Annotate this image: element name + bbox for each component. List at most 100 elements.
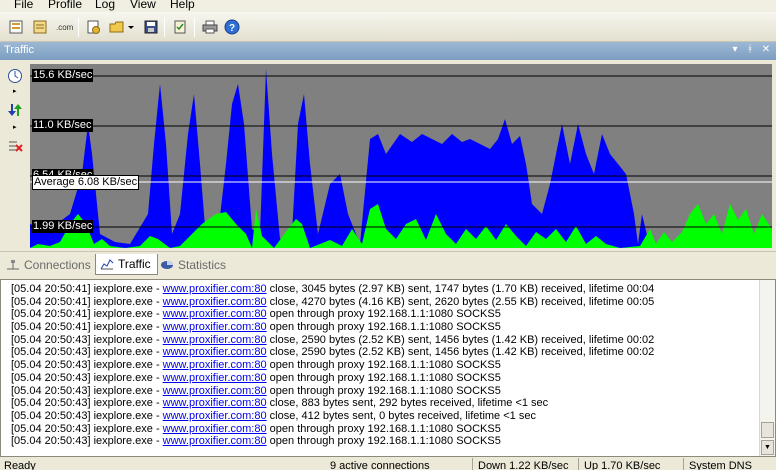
tab-traffic-label: Traffic bbox=[118, 257, 151, 271]
close-icon[interactable]: ✕ bbox=[759, 43, 773, 57]
log-message: close, 2590 bytes (2.52 KB) sent, 1456 b… bbox=[266, 346, 655, 359]
svg-text:.com: .com bbox=[56, 23, 73, 32]
log-message: open through proxy 192.168.1.1:1080 SOCK… bbox=[266, 435, 501, 448]
scrollbar-thumb[interactable] bbox=[761, 422, 774, 438]
menu-profile[interactable]: Profile bbox=[48, 0, 82, 11]
log-prefix: [05.04 20:50:41] iexplore.exe - bbox=[11, 308, 163, 321]
log-host-link[interactable]: www.proxifier.com:80 bbox=[163, 385, 267, 397]
proxy-checker-icon[interactable] bbox=[171, 18, 189, 36]
connection-log[interactable]: [05.04 20:50:41] iexplore.exe - www.prox… bbox=[0, 279, 776, 457]
properties-icon[interactable] bbox=[31, 18, 49, 36]
log-message: close, 412 bytes sent, 0 bytes received,… bbox=[266, 409, 536, 422]
log-host-link[interactable]: www.proxifier.com:80 bbox=[163, 410, 267, 422]
log-host-link[interactable]: www.proxifier.com:80 bbox=[163, 359, 267, 371]
average-label: Average 6.08 KB/sec bbox=[32, 175, 140, 190]
menu-file[interactable]: File bbox=[14, 0, 33, 11]
tab-connections-label: Connections bbox=[24, 257, 91, 272]
log-host-link[interactable]: www.proxifier.com:80 bbox=[163, 346, 267, 358]
log-line: [05.04 20:50:43] iexplore.exe - www.prox… bbox=[11, 423, 654, 436]
log-message: close, 3045 bytes (2.97 KB) sent, 1747 b… bbox=[266, 283, 655, 295]
scale-label-2: 11.0 KB/sec bbox=[32, 119, 93, 132]
open-profile-icon[interactable] bbox=[108, 18, 126, 36]
log-lines: [05.04 20:50:41] iexplore.exe - www.prox… bbox=[11, 283, 654, 448]
log-host-link[interactable]: www.proxifier.com:80 bbox=[163, 308, 267, 320]
pin-icon[interactable]: ᚼ bbox=[743, 43, 757, 57]
log-message: open through proxy 192.168.1.1:1080 SOCK… bbox=[266, 321, 501, 334]
save-icon[interactable] bbox=[142, 18, 160, 36]
log-prefix: [05.04 20:50:43] iexplore.exe - bbox=[11, 333, 163, 346]
chart-icon bbox=[100, 258, 114, 270]
tab-traffic[interactable]: Traffic bbox=[95, 254, 158, 275]
log-line: [05.04 20:50:43] iexplore.exe - www.prox… bbox=[11, 359, 654, 372]
status-bar: Ready 9 active connections Down 1.22 KB/… bbox=[0, 458, 776, 470]
log-line: [05.04 20:50:43] iexplore.exe - www.prox… bbox=[11, 397, 654, 410]
log-prefix: [05.04 20:50:43] iexplore.exe - bbox=[11, 422, 163, 435]
pie-chart-icon bbox=[160, 259, 174, 271]
log-prefix: [05.04 20:50:43] iexplore.exe - bbox=[11, 409, 163, 422]
open-dropdown-chevron-icon[interactable] bbox=[126, 18, 136, 36]
traffic-graph: 15.6 KB/sec 11.0 KB/sec 6.54 KB/sec Aver… bbox=[30, 64, 772, 248]
log-prefix: [05.04 20:50:43] iexplore.exe - bbox=[11, 359, 163, 372]
refresh-rate-chevron-icon[interactable]: ▸ bbox=[13, 88, 17, 96]
status-dns: System DNS bbox=[689, 460, 752, 470]
log-host-link[interactable]: www.proxifier.com:80 bbox=[163, 397, 267, 409]
log-prefix: [05.04 20:50:43] iexplore.exe - bbox=[11, 435, 163, 448]
direction-icon[interactable] bbox=[7, 102, 23, 118]
log-host-link[interactable]: www.proxifier.com:80 bbox=[163, 423, 267, 435]
tab-bar: Connections Traffic Statistics bbox=[0, 251, 776, 275]
menu-log[interactable]: Log bbox=[95, 0, 115, 11]
log-message: open through proxy 192.168.1.1:1080 SOCK… bbox=[266, 308, 501, 321]
status-down-rate: Down 1.22 KB/sec bbox=[478, 460, 569, 470]
log-message: open through proxy 192.168.1.1:1080 SOCK… bbox=[266, 359, 501, 372]
log-prefix: [05.04 20:50:41] iexplore.exe - bbox=[11, 295, 163, 308]
refresh-rate-icon[interactable] bbox=[7, 68, 23, 84]
toolbar: .com ? bbox=[0, 12, 776, 42]
clear-graph-icon[interactable] bbox=[7, 138, 23, 154]
log-message: close, 883 bytes sent, 292 bytes receive… bbox=[266, 397, 549, 410]
log-message: open through proxy 192.168.1.1:1080 SOCK… bbox=[266, 422, 501, 435]
log-message: open through proxy 192.168.1.1:1080 SOCK… bbox=[266, 384, 501, 397]
log-prefix: [05.04 20:50:41] iexplore.exe - bbox=[11, 283, 163, 295]
new-profile-icon[interactable] bbox=[7, 18, 25, 36]
log-line: [05.04 20:50:41] iexplore.exe - www.prox… bbox=[11, 283, 654, 296]
log-line: [05.04 20:50:41] iexplore.exe - www.prox… bbox=[11, 308, 654, 321]
import-icon[interactable] bbox=[84, 18, 102, 36]
scale-label-4: 1.99 KB/sec bbox=[32, 220, 94, 233]
log-host-link[interactable]: www.proxifier.com:80 bbox=[163, 372, 267, 384]
traffic-panel-titlebar: Traffic ▾ ᚼ ✕ bbox=[0, 42, 776, 60]
tab-connections[interactable]: Connections bbox=[2, 254, 97, 275]
log-prefix: [05.04 20:50:43] iexplore.exe - bbox=[11, 384, 163, 397]
help-icon[interactable]: ? bbox=[223, 18, 241, 36]
dns-icon[interactable]: .com bbox=[55, 18, 73, 36]
log-host-link[interactable]: www.proxifier.com:80 bbox=[163, 296, 267, 308]
log-scrollbar[interactable]: ▼ bbox=[759, 280, 775, 456]
log-host-link[interactable]: www.proxifier.com:80 bbox=[163, 334, 267, 346]
status-up-rate: Up 1.70 KB/sec bbox=[584, 460, 661, 470]
log-line: [05.04 20:50:41] iexplore.exe - www.prox… bbox=[11, 321, 654, 334]
scale-label-1: 15.6 KB/sec bbox=[32, 69, 94, 82]
log-host-link[interactable]: www.proxifier.com:80 bbox=[163, 435, 267, 447]
dropdown-icon[interactable]: ▾ bbox=[728, 43, 742, 57]
log-line: [05.04 20:50:43] iexplore.exe - www.prox… bbox=[11, 410, 654, 423]
scroll-down-icon[interactable]: ▼ bbox=[761, 440, 774, 455]
menu-bar: File Profile Log View Help bbox=[0, 0, 776, 12]
print-icon[interactable] bbox=[201, 18, 219, 36]
panel-title: Traffic bbox=[4, 44, 34, 56]
log-prefix: [05.04 20:50:43] iexplore.exe - bbox=[11, 397, 163, 410]
log-line: [05.04 20:50:43] iexplore.exe - www.prox… bbox=[11, 372, 654, 385]
log-line: [05.04 20:50:41] iexplore.exe - www.prox… bbox=[11, 296, 654, 309]
status-connections: 9 active connections bbox=[330, 460, 430, 470]
log-message: open through proxy 192.168.1.1:1080 SOCK… bbox=[266, 371, 501, 384]
direction-chevron-icon[interactable]: ▸ bbox=[13, 124, 17, 132]
log-line: [05.04 20:50:43] iexplore.exe - www.prox… bbox=[11, 385, 654, 398]
svg-text:?: ? bbox=[229, 23, 235, 34]
log-host-link[interactable]: www.proxifier.com:80 bbox=[163, 283, 267, 295]
log-line: [05.04 20:50:43] iexplore.exe - www.prox… bbox=[11, 334, 654, 347]
log-message: close, 4270 bytes (4.16 KB) sent, 2620 b… bbox=[266, 295, 655, 308]
traffic-graph-canvas bbox=[30, 69, 772, 248]
menu-help[interactable]: Help bbox=[170, 0, 195, 11]
status-ready: Ready bbox=[4, 460, 36, 470]
log-host-link[interactable]: www.proxifier.com:80 bbox=[163, 321, 267, 333]
tab-statistics[interactable]: Statistics bbox=[156, 254, 232, 275]
menu-view[interactable]: View bbox=[130, 0, 156, 11]
